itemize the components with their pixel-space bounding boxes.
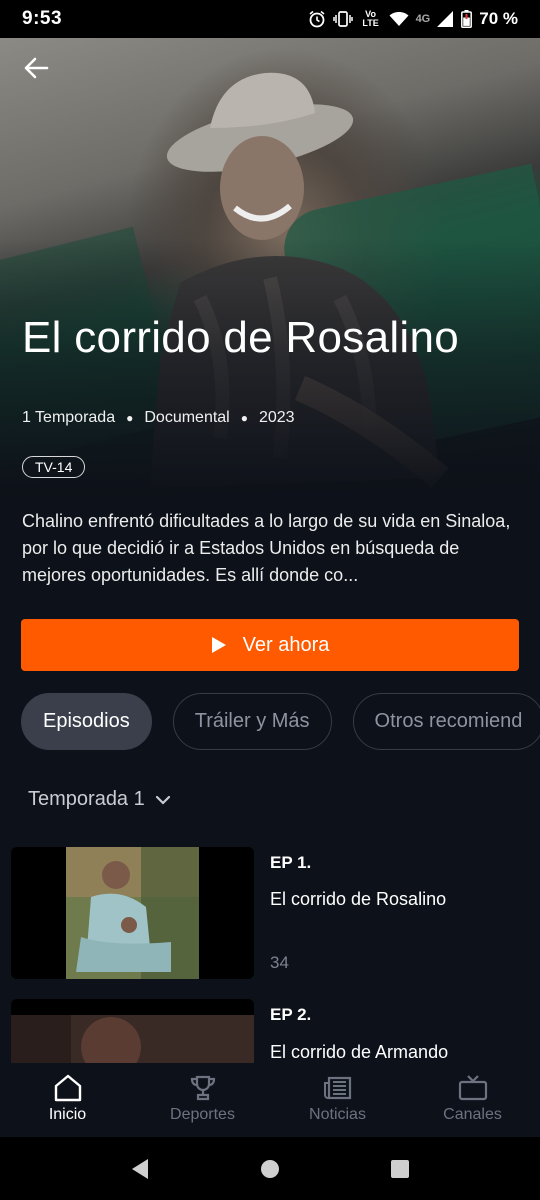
status-icons: Vo LTE 4G 70 % <box>308 9 518 29</box>
episode-title: El corrido de Armando <box>270 1042 449 1062</box>
episode-thumbnail[interactable] <box>11 847 254 979</box>
rating-badge: TV-14 <box>22 456 86 478</box>
system-recents-button[interactable] <box>335 1159 465 1179</box>
arrow-left-icon <box>24 57 49 79</box>
tab-trailers[interactable]: Tráiler y Más <box>172 693 332 750</box>
tab-recommendations[interactable]: Otros recomiend <box>352 693 540 750</box>
back-triangle-icon <box>132 1158 148 1179</box>
vibrate-icon <box>332 11 353 27</box>
hero-image <box>0 38 540 498</box>
watch-now-button[interactable]: Ver ahora <box>21 619 519 671</box>
status-time: 9:53 <box>22 8 63 29</box>
battery-level: 70 % <box>479 9 518 28</box>
play-icon <box>211 637 226 653</box>
nav-channels[interactable]: Canales <box>405 1063 540 1137</box>
system-back-button[interactable] <box>75 1158 205 1180</box>
nav-news[interactable]: Noticias <box>270 1063 405 1137</box>
watch-now-label: Ver ahora <box>242 633 330 656</box>
nav-news-label: Noticias <box>309 1106 366 1123</box>
episode-thumbnail[interactable] <box>11 999 254 1063</box>
signal-icon <box>437 11 454 27</box>
content-tabs: Episodios Tráiler y Más Otros recomiend <box>21 693 540 750</box>
back-button[interactable] <box>20 52 52 84</box>
nav-home[interactable]: Inicio <box>0 1063 135 1137</box>
episode-number: EP 2. <box>270 1005 312 1024</box>
season-selector[interactable]: Temporada 1 <box>28 788 171 811</box>
year: 2023 <box>258 409 295 426</box>
trophy-icon <box>190 1075 215 1101</box>
bottom-navigation: Inicio Deportes Noticias Canales <box>0 1063 540 1137</box>
newspaper-icon <box>323 1076 351 1100</box>
show-metadata: 1 Temporada ● Documental ● 2023 <box>22 409 295 427</box>
network-type: 4G <box>415 13 431 25</box>
alarm-icon <box>309 10 325 28</box>
season-count: 1 Temporada <box>22 409 116 426</box>
nav-channels-label: Canales <box>443 1106 502 1123</box>
synopsis[interactable]: Chalino enfrentó dificultades a lo largo… <box>22 508 522 589</box>
episode-title: El corrido de Rosalino <box>270 889 447 909</box>
episode-item[interactable]: EP 1. El corrido de Rosalino 34 <box>11 847 531 982</box>
nav-sports-label: Deportes <box>170 1106 235 1123</box>
episode-thumbnail-image <box>66 847 199 979</box>
page-title: El corrido de Rosalino <box>22 313 460 362</box>
home-icon <box>54 1074 81 1102</box>
volte-icon: Vo LTE <box>362 9 379 28</box>
episode-duration: 34 <box>270 953 289 972</box>
tab-episodes[interactable]: Episodios <box>21 693 152 750</box>
tv-icon <box>458 1075 487 1101</box>
chevron-down-icon <box>155 795 170 805</box>
nav-sports[interactable]: Deportes <box>135 1063 270 1137</box>
system-navigation-bar <box>0 1137 540 1200</box>
system-home-button[interactable] <box>205 1159 335 1179</box>
episode-number: EP 1. <box>270 853 312 872</box>
wifi-icon <box>389 12 409 26</box>
season-label: Temporada 1 <box>28 788 145 810</box>
home-circle-icon <box>261 1159 279 1178</box>
status-bar: 9:53 Vo LTE 4G 70 % <box>0 0 540 38</box>
separator-dot: ● <box>240 411 248 425</box>
battery-icon <box>461 10 473 28</box>
episode-item[interactable]: EP 2. El corrido de Armando <box>11 999 531 1069</box>
recents-square-icon <box>391 1159 409 1178</box>
nav-home-label: Inicio <box>48 1106 87 1123</box>
episode-thumbnail-image <box>11 1015 254 1063</box>
separator-dot: ● <box>126 411 134 425</box>
genre: Documental <box>144 409 230 426</box>
